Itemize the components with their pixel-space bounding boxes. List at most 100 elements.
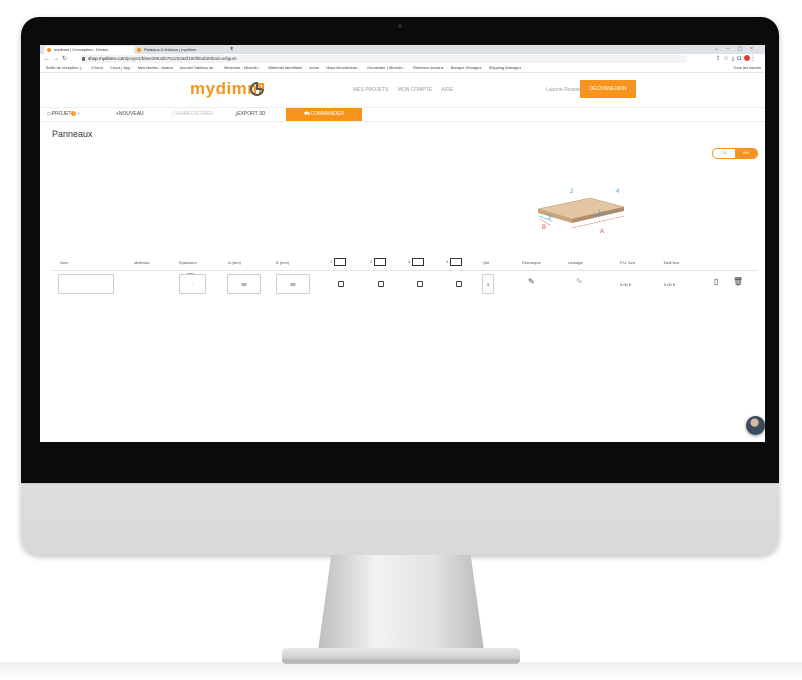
export-3d-button[interactable]: ⤓EXPORT 3D <box>235 108 265 121</box>
diagram-label-4: 4 <box>616 189 620 195</box>
bookmark[interactable]: zohrs <box>309 65 319 70</box>
col-materiau: Matériau <box>134 260 150 265</box>
duplicate-icon[interactable]: ▯ <box>714 277 718 286</box>
col-qte: Qte <box>483 260 490 265</box>
col-edge-2: 2 <box>370 258 387 266</box>
epaisseur-select[interactable]: - <box>179 274 206 294</box>
edge-1-icon <box>334 258 347 266</box>
nouveau-label: NOUVEAU <box>118 111 144 117</box>
b-mm-input[interactable]: 60 <box>276 274 310 294</box>
col-edge-4: 4 <box>446 258 463 266</box>
edge-3-icon <box>412 258 425 266</box>
bookmark[interactable]: Cloud | App <box>110 65 131 70</box>
projet-menu[interactable]: ▭PROJET 1 › <box>47 108 80 121</box>
favicon-icon <box>137 48 141 52</box>
bookmark[interactable]: https://eurofideas... <box>326 65 360 70</box>
diagram-label-2: 2 <box>570 189 574 195</box>
edge-3-checkbox[interactable] <box>417 281 423 287</box>
edge-2-icon <box>374 258 387 266</box>
bookmark[interactable]: Banque d'images <box>451 65 482 70</box>
enregistrer-button[interactable]: ▢ENREGISTRER <box>172 108 213 121</box>
screen: mydimm | Conception - Dressi.. × Plateau… <box>40 45 765 442</box>
edge-3-label: 3 <box>408 259 411 265</box>
user-name: Laurine Rossion <box>546 87 583 93</box>
favicon-icon <box>47 48 51 52</box>
lock-icon <box>82 57 85 61</box>
col-remarque: Remarque <box>522 260 541 265</box>
bookmark[interactable]: Accueil Tableau de... <box>180 65 217 70</box>
total-value: 0.00 € <box>664 282 676 287</box>
nav-mon-compte[interactable]: MON COMPTE <box>398 87 432 93</box>
all-bookmarks[interactable]: Tous les favoris <box>733 64 761 72</box>
edge-2-checkbox[interactable] <box>378 281 384 287</box>
usinage-edit-icon[interactable]: ✎ <box>576 277 583 286</box>
col-b: B (mm) <box>276 260 290 265</box>
avatar[interactable] <box>746 416 765 435</box>
table-header-divider <box>52 270 758 271</box>
logo-icon <box>250 82 264 96</box>
extension-icons[interactable]: ⇪☆⤓◘ ⋮ <box>715 54 759 64</box>
camera-icon <box>398 24 402 28</box>
browser-tab-title: Plateaux & finitions | mydimm <box>144 47 197 52</box>
bookmark[interactable]: Hoodvider | Mixedin... <box>367 65 406 70</box>
bookmark[interactable]: Shipping Manager <box>489 65 521 70</box>
url-host: shop.mydimm.com <box>88 56 126 61</box>
a-mm-input[interactable]: 60 <box>227 274 261 294</box>
export-label: EXPORT 3D <box>237 111 266 117</box>
commander-label: COMMANDER <box>310 111 344 117</box>
commander-button[interactable]: ⛟COMMANDER <box>286 108 362 121</box>
desk-shadow <box>0 662 802 680</box>
edge-4-label: 4 <box>446 259 449 265</box>
profile-icon[interactable] <box>744 55 750 62</box>
browser-tab-title: mydimm | Conception - Dressi.. <box>54 47 110 52</box>
projet-label: PROJET <box>51 111 72 117</box>
bookmark[interactable]: iCloud <box>91 65 102 70</box>
browser-tabbar: mydimm | Conception - Dressi.. × Plateau… <box>40 45 765 54</box>
col-edge-1: 1 <box>330 258 347 266</box>
edge-4-checkbox[interactable] <box>456 281 462 287</box>
nav-arrows-icon[interactable]: ←→↻ <box>44 54 70 64</box>
pu-value: 0.00 € <box>620 282 632 287</box>
window-controls[interactable]: ⌄–▢× <box>714 45 761 54</box>
qte-input[interactable]: 1 <box>482 274 494 294</box>
trash-icon[interactable]: 🗑 <box>733 277 743 286</box>
app-toolbar: ▭PROJET 1 › +NOUVEAU ▢ENREGISTRER ⤓EXPORT… <box>40 108 765 122</box>
bookmark[interactable]: Webmail Identifiant <box>268 65 302 70</box>
monitor-stand-neck <box>318 555 484 651</box>
enregistrer-label: ENREGISTRER <box>176 111 213 117</box>
diagram-label-b: B <box>542 225 546 231</box>
col-nom: Nom <box>60 260 69 265</box>
edge-2-label: 2 <box>370 259 373 265</box>
col-usinage: Usinage <box>568 260 583 265</box>
unit-cm[interactable]: CM <box>713 149 735 158</box>
edge-1-checkbox[interactable] <box>338 281 344 287</box>
unit-toggle[interactable]: CM MM <box>712 148 758 159</box>
bookmark[interactable]: Mes tâches - Asana <box>138 65 173 70</box>
remarque-edit-icon[interactable]: ✎ <box>528 277 535 286</box>
bookmark[interactable]: Réseaux sociaux <box>413 65 443 70</box>
browser-tab-2[interactable]: Plateaux & finitions | mydimm × <box>134 46 236 54</box>
nav-aide[interactable]: AIDE <box>441 87 453 93</box>
chevron-right-icon: › <box>76 111 80 117</box>
panel-diagram: 2 4 1 3 B A <box>537 189 625 235</box>
new-tab-icon[interactable]: + <box>230 45 234 54</box>
url-field[interactable]: shop.mydimm.com/project/b5ee3963d5751202… <box>80 55 688 63</box>
top-nav: MES PROJETS MON COMPTE AIDE <box>353 87 461 93</box>
browser-tab-1[interactable]: mydimm | Conception - Dressi.. × <box>44 46 142 54</box>
edge-4-icon <box>450 258 463 266</box>
bookmark[interactable]: Welcome - Mixedin... <box>224 65 261 70</box>
unit-mm[interactable]: MM <box>735 149 757 158</box>
col-a: A (mm) <box>228 260 241 265</box>
diagram-label-a: A <box>600 229 604 235</box>
page-title: Panneaux <box>52 129 93 139</box>
app-header: mydimm MES PROJETS MON COMPTE AIDE Lauri… <box>40 73 765 108</box>
url-path: /project/b5ee3963d5751202a6f190f5bab05ba… <box>125 56 237 61</box>
nav-mes-projets[interactable]: MES PROJETS <box>353 87 388 93</box>
monitor-chin-divider <box>21 483 779 484</box>
nom-input[interactable] <box>58 274 114 294</box>
bookmark[interactable]: Boîte de réception (... <box>46 65 84 70</box>
logout-button[interactable]: DÉCONNEXION <box>580 80 636 98</box>
nouveau-button[interactable]: +NOUVEAU <box>116 108 144 121</box>
col-epaisseur: Epaisseur <box>179 260 197 265</box>
edge-1-label: 1 <box>330 259 333 265</box>
